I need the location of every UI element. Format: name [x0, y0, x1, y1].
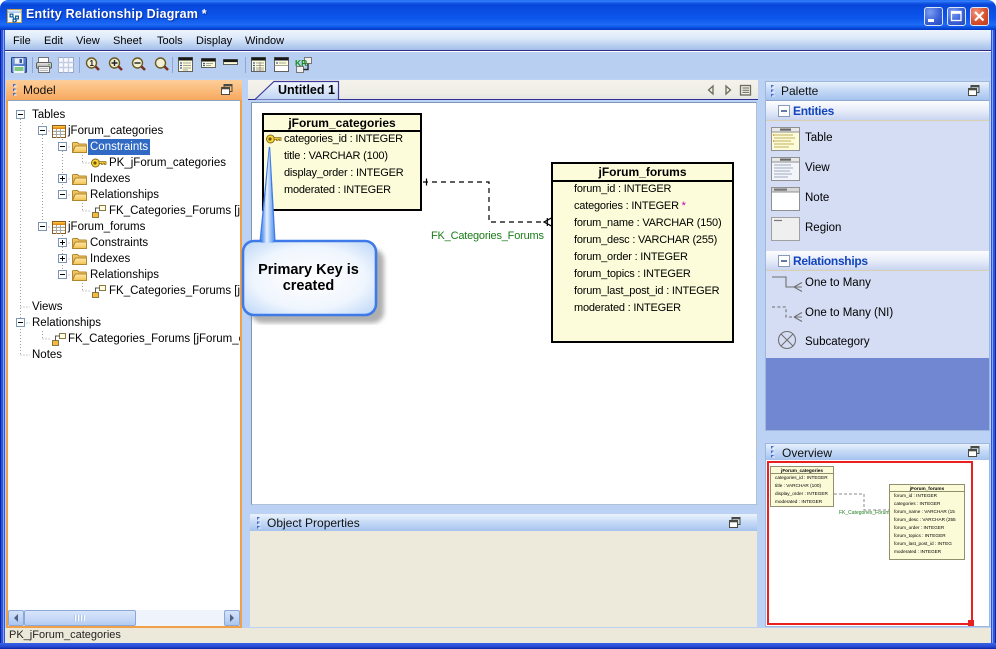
svg-text:1: 1 — [90, 59, 95, 68]
svg-text:KR: KR — [295, 58, 307, 68]
